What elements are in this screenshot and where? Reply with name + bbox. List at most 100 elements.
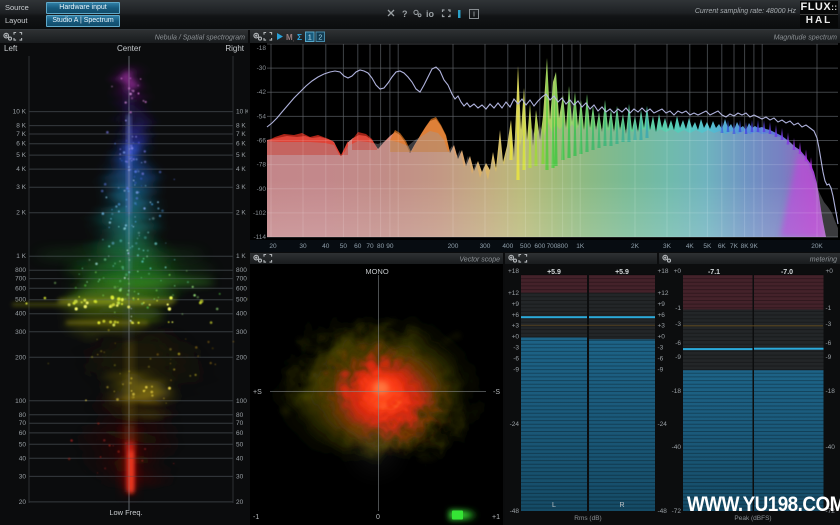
- svg-text:+6: +6: [512, 312, 520, 319]
- svg-text:-30: -30: [257, 65, 267, 72]
- svg-text:metering: metering: [810, 257, 837, 264]
- svg-text:-78: -78: [257, 162, 267, 169]
- svg-text:-40: -40: [826, 444, 836, 451]
- svg-text:io: io: [426, 9, 435, 19]
- svg-text:700: 700: [15, 276, 26, 283]
- svg-text:5K: 5K: [703, 243, 712, 250]
- svg-text:70: 70: [366, 243, 374, 250]
- svg-text:MONO: MONO: [365, 267, 388, 276]
- svg-text:L: L: [552, 502, 556, 509]
- svg-text:9K: 9K: [750, 243, 759, 250]
- svg-text:+5.9: +5.9: [547, 269, 561, 276]
- svg-text:800: 800: [557, 243, 568, 250]
- svg-text:Left: Left: [4, 44, 18, 53]
- svg-text:700: 700: [547, 243, 558, 250]
- svg-text:300: 300: [480, 243, 491, 250]
- svg-text:4K: 4K: [686, 243, 695, 250]
- svg-text:20: 20: [236, 499, 244, 506]
- svg-text:-42: -42: [257, 89, 267, 96]
- svg-text:+0: +0: [826, 268, 834, 275]
- svg-text:+9: +9: [512, 301, 520, 308]
- svg-text:Center: Center: [117, 44, 141, 53]
- svg-text:+1: +1: [492, 514, 500, 521]
- svg-text:80: 80: [377, 243, 385, 250]
- svg-text:-1: -1: [253, 514, 259, 521]
- svg-text:400: 400: [236, 311, 247, 318]
- svg-text:6K: 6K: [718, 243, 727, 250]
- svg-text:4 K: 4 K: [236, 166, 246, 173]
- svg-text:6 K: 6 K: [236, 141, 246, 148]
- svg-text:8K: 8K: [741, 243, 750, 250]
- svg-text:60: 60: [19, 430, 27, 437]
- svg-text:500: 500: [15, 297, 26, 304]
- svg-text:Nebula / Spatial spectrogram: Nebula / Spatial spectrogram: [155, 35, 245, 42]
- svg-text:+18: +18: [508, 268, 519, 275]
- svg-text:20: 20: [269, 243, 277, 250]
- svg-text:1: 1: [308, 35, 312, 42]
- svg-text:50: 50: [340, 243, 348, 250]
- svg-text:800: 800: [15, 267, 26, 274]
- svg-text:Σ: Σ: [297, 32, 302, 42]
- svg-text:10 K: 10 K: [13, 109, 27, 116]
- svg-text:-18: -18: [826, 388, 836, 395]
- svg-text:-18: -18: [672, 388, 682, 395]
- svg-text:50: 50: [19, 441, 27, 448]
- svg-text:-6: -6: [675, 340, 681, 347]
- svg-text:7 K: 7 K: [236, 131, 246, 138]
- svg-text:M: M: [286, 33, 293, 42]
- svg-text:-3: -3: [826, 321, 832, 328]
- svg-text:50: 50: [236, 441, 244, 448]
- svg-text:60: 60: [354, 243, 362, 250]
- svg-text:30: 30: [299, 243, 307, 250]
- svg-text:40: 40: [322, 243, 330, 250]
- svg-text:+0: +0: [512, 334, 520, 341]
- svg-text:20K: 20K: [811, 243, 823, 250]
- svg-text:4 K: 4 K: [16, 166, 26, 173]
- svg-text:-6: -6: [513, 356, 519, 363]
- svg-text:+6: +6: [658, 312, 666, 319]
- svg-text:70: 70: [236, 420, 244, 427]
- svg-text:300: 300: [15, 329, 26, 336]
- svg-text:200: 200: [15, 354, 26, 361]
- svg-text:-3: -3: [675, 321, 681, 328]
- svg-text:3 K: 3 K: [16, 184, 26, 191]
- svg-text:7K: 7K: [730, 243, 739, 250]
- svg-text:+12: +12: [508, 290, 519, 297]
- svg-text:Vector scope: Vector scope: [459, 257, 500, 264]
- svg-text:-6: -6: [826, 340, 832, 347]
- svg-text:400: 400: [502, 243, 513, 250]
- svg-text:-48: -48: [510, 508, 520, 515]
- svg-text:2 K: 2 K: [236, 210, 246, 217]
- svg-text:-66: -66: [257, 138, 267, 145]
- svg-text:+9: +9: [658, 301, 666, 308]
- svg-text:40: 40: [19, 455, 27, 462]
- svg-text:Right: Right: [225, 44, 244, 53]
- svg-text:+3: +3: [512, 323, 520, 330]
- svg-text:+12: +12: [658, 290, 669, 297]
- svg-text:-9: -9: [826, 354, 832, 361]
- svg-text:1 K: 1 K: [16, 253, 26, 260]
- svg-text:2 K: 2 K: [16, 210, 26, 217]
- svg-text:-1: -1: [675, 305, 681, 312]
- svg-text:80: 80: [236, 412, 244, 419]
- svg-text:Rms (dB): Rms (dB): [574, 515, 601, 522]
- svg-text:300: 300: [236, 329, 247, 336]
- svg-text:8 K: 8 K: [236, 123, 246, 130]
- svg-text:6 K: 6 K: [16, 141, 26, 148]
- svg-text:-40: -40: [672, 444, 682, 451]
- svg-text:-54: -54: [257, 113, 267, 120]
- svg-text:400: 400: [15, 311, 26, 318]
- svg-text:5 K: 5 K: [16, 152, 26, 159]
- svg-text:-3: -3: [513, 345, 519, 352]
- svg-text:90: 90: [386, 243, 394, 250]
- svg-text:700: 700: [236, 276, 247, 283]
- svg-text:-9: -9: [675, 354, 681, 361]
- svg-text:1K: 1K: [576, 243, 585, 250]
- svg-text:+3: +3: [658, 323, 666, 330]
- svg-text:3K: 3K: [663, 243, 672, 250]
- svg-text:100: 100: [15, 398, 26, 405]
- svg-text:800: 800: [236, 267, 247, 274]
- svg-text:80: 80: [19, 412, 27, 419]
- svg-text:30: 30: [236, 473, 244, 480]
- svg-text:-72: -72: [672, 508, 682, 515]
